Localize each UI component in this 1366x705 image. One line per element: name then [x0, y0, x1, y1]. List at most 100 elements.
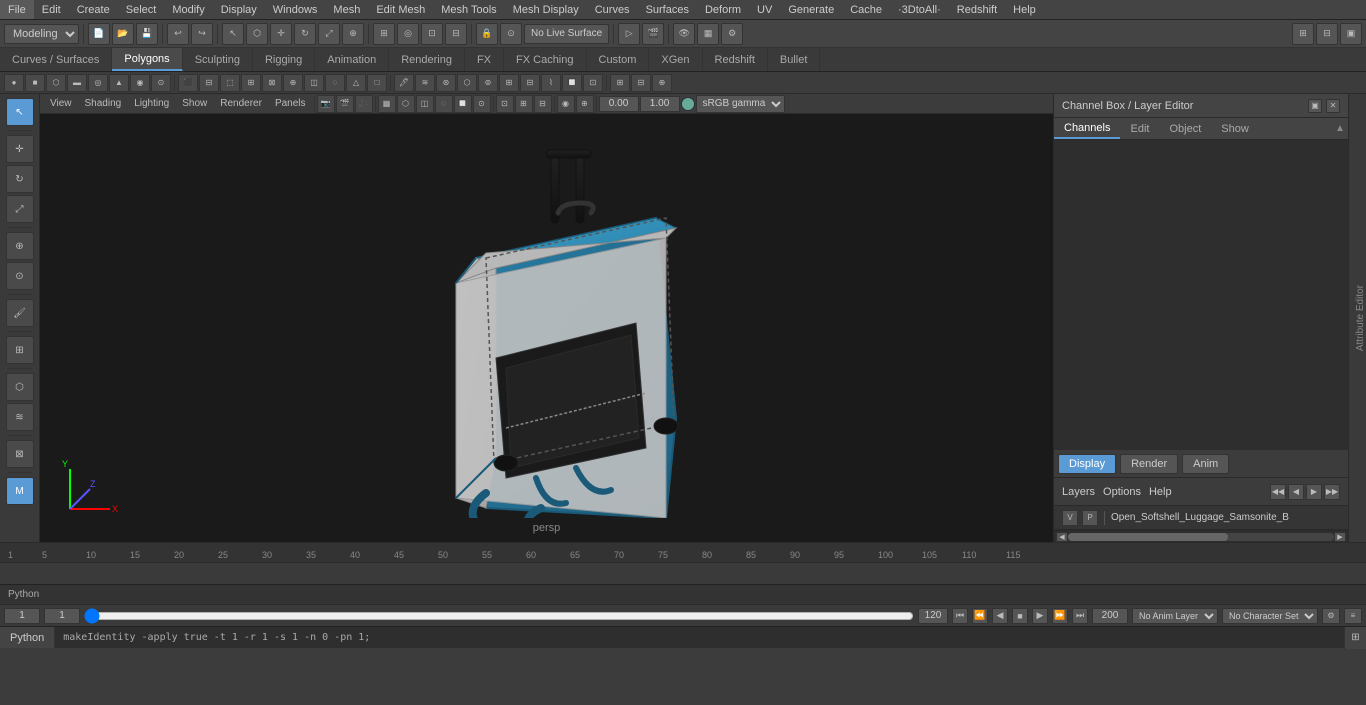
tab-curves-surfaces[interactable]: Curves / Surfaces: [0, 48, 112, 71]
panel-float-btn[interactable]: ▣: [1308, 99, 1322, 113]
paint-btn[interactable]: 🖊: [394, 74, 414, 92]
show-hide-btn[interactable]: 👁: [673, 23, 695, 45]
win-controls3-btn[interactable]: ▣: [1340, 23, 1362, 45]
panel-close-btn[interactable]: ✕: [1326, 99, 1340, 113]
scroll-bar[interactable]: [1068, 533, 1334, 541]
dt-btn-render[interactable]: Render: [1120, 454, 1178, 474]
vp-isolate-btn[interactable]: ⊡: [496, 95, 514, 113]
sculpt-btn[interactable]: ≋: [415, 74, 435, 92]
menu-surfaces[interactable]: Surfaces: [638, 0, 697, 19]
vp-gate-btn[interactable]: ⊕: [576, 95, 594, 113]
menu-3dtall[interactable]: ·3DtoAll·: [890, 0, 949, 19]
poly-torus-btn[interactable]: ◎: [88, 74, 108, 92]
tab-polygons[interactable]: Polygons: [112, 48, 182, 71]
layer-prev-btn[interactable]: ◀: [1288, 484, 1304, 500]
menu-uv[interactable]: UV: [749, 0, 780, 19]
ch-tab-channels[interactable]: Channels: [1054, 118, 1120, 139]
extrude-btn[interactable]: ⬛: [178, 74, 198, 92]
scale-tool-btn[interactable]: ⤢: [6, 195, 34, 223]
timeline-ruler[interactable]: 1 5 10 15 20 25 30 35 40 45 50 55 60 65 …: [0, 543, 1366, 563]
vp-camera-btn[interactable]: 📷: [317, 95, 335, 113]
show-manip-btn[interactable]: ⊞: [6, 336, 34, 364]
play-fwd-btn[interactable]: ▶: [1032, 608, 1048, 624]
vp-lighting-menu[interactable]: Lighting: [128, 95, 175, 113]
renderview-btn[interactable]: 🎬: [642, 23, 664, 45]
vp-viewport-btn[interactable]: ⊞: [515, 95, 533, 113]
vp-view-menu[interactable]: View: [44, 95, 78, 113]
jump-end-btn[interactable]: ⏭: [1072, 608, 1088, 624]
win-controls-btn[interactable]: ⊞: [1292, 23, 1314, 45]
new-file-btn[interactable]: 📄: [88, 23, 110, 45]
menu-curves[interactable]: Curves: [587, 0, 638, 19]
menu-windows[interactable]: Windows: [265, 0, 326, 19]
vp-show-menu[interactable]: Show: [176, 95, 213, 113]
tab-rigging[interactable]: Rigging: [253, 48, 315, 71]
snap-btn[interactable]: ⊞: [610, 74, 630, 92]
play-back-btn[interactable]: ◀: [992, 608, 1008, 624]
layer-playback-btn[interactable]: P: [1082, 510, 1098, 526]
layer-add-btn[interactable]: ◀◀: [1270, 484, 1286, 500]
ch-tab-object[interactable]: Object: [1159, 118, 1211, 139]
poly-cylinder-btn[interactable]: ⬡: [46, 74, 66, 92]
poly-disk-btn[interactable]: ◉: [130, 74, 150, 92]
anim-layer-select[interactable]: No Anim Layer: [1132, 608, 1218, 624]
vp-4view-btn[interactable]: ⊟: [534, 95, 552, 113]
menu-deform[interactable]: Deform: [697, 0, 749, 19]
python-icon[interactable]: ⊞: [1344, 627, 1366, 649]
menu-edit[interactable]: Edit: [34, 0, 69, 19]
menu-display[interactable]: Display: [213, 0, 265, 19]
vp-panels-menu[interactable]: Panels: [269, 95, 312, 113]
tab-xgen[interactable]: XGen: [649, 48, 702, 71]
tab-bullet[interactable]: Bullet: [768, 48, 821, 71]
menu-edit-mesh[interactable]: Edit Mesh: [368, 0, 433, 19]
prefs-btn[interactable]: ≡: [1344, 608, 1362, 624]
quadrangulate-btn[interactable]: □: [367, 74, 387, 92]
menu-modify[interactable]: Modify: [164, 0, 212, 19]
sculpt-lt-btn[interactable]: ≋: [6, 403, 34, 431]
param-btn[interactable]: ⚙: [721, 23, 743, 45]
layer-last-btn[interactable]: ▶▶: [1324, 484, 1340, 500]
tab-custom[interactable]: Custom: [587, 48, 650, 71]
ch-tab-edit[interactable]: Edit: [1120, 118, 1159, 139]
vp-poly-btn[interactable]: ⬡: [397, 95, 415, 113]
select-mode-btn[interactable]: ↖: [222, 23, 244, 45]
snap-pt-btn[interactable]: ⊡: [421, 23, 443, 45]
attr-editor-strip[interactable]: Attribute Editor: [1348, 94, 1366, 542]
cluster-btn[interactable]: ⊚: [478, 74, 498, 92]
create-poly-btn[interactable]: ⬡: [6, 373, 34, 401]
step-back-btn[interactable]: ⏪: [972, 608, 988, 624]
undo-btn[interactable]: ↩: [167, 23, 189, 45]
char-set-btn[interactable]: ⚙: [1322, 608, 1340, 624]
dt-btn-anim[interactable]: Anim: [1182, 454, 1229, 474]
range-end-input[interactable]: [918, 608, 948, 624]
vp-grid-btn[interactable]: ▦: [378, 95, 396, 113]
vp-shading-menu[interactable]: Shading: [79, 95, 128, 113]
layer-visible-btn[interactable]: V: [1062, 510, 1078, 526]
workspace-select[interactable]: Modeling: [4, 24, 79, 44]
scroll-left-btn[interactable]: ◀: [1056, 532, 1068, 542]
menu-mesh-tools[interactable]: Mesh Tools: [433, 0, 504, 19]
paint-skin-btn[interactable]: 🖌: [6, 299, 34, 327]
vp-gamma-select[interactable]: sRGB gamma: [696, 95, 785, 113]
frame-right-input[interactable]: [44, 608, 80, 624]
select-tool-btn[interactable]: ↖: [6, 98, 34, 126]
tab-rendering[interactable]: Rendering: [389, 48, 465, 71]
mirror-btn[interactable]: ◫: [304, 74, 324, 92]
soft-select-btn[interactable]: ⊙: [500, 23, 522, 45]
menu-mesh[interactable]: Mesh: [325, 0, 368, 19]
vp-gamma-icon[interactable]: [681, 97, 695, 111]
step-fwd-btn[interactable]: ⏩: [1052, 608, 1068, 624]
align-btn[interactable]: ⊟: [631, 74, 651, 92]
vp-rotation-input[interactable]: [599, 96, 639, 112]
vp-hud-btn[interactable]: ◉: [557, 95, 575, 113]
poly-sphere-btn[interactable]: ●: [4, 74, 24, 92]
vp-wire-btn[interactable]: ◫: [416, 95, 434, 113]
vp-texture-btn[interactable]: 🔲: [454, 95, 472, 113]
snap-grid-btn[interactable]: ⊞: [373, 23, 395, 45]
stop-btn[interactable]: ■: [1012, 608, 1028, 624]
smooth-btn[interactable]: ◌: [325, 74, 345, 92]
wrap-btn[interactable]: ⊟: [520, 74, 540, 92]
tab-fx-caching[interactable]: FX Caching: [504, 48, 586, 71]
ch-tab-show[interactable]: Show: [1211, 118, 1259, 139]
menu-select[interactable]: Select: [118, 0, 165, 19]
